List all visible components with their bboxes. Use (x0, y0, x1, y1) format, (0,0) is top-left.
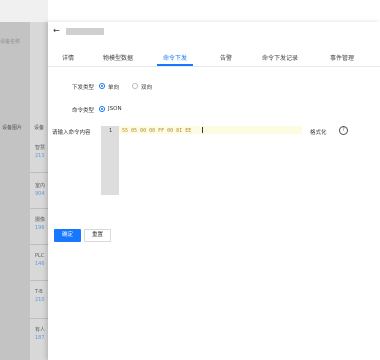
back-arrow-icon[interactable]: ← (53, 26, 60, 35)
tab-event-management[interactable]: 事件管理 (330, 53, 354, 62)
command-code-editor[interactable]: 1 55 05 00 00 FF 00 8I EE (101, 126, 302, 195)
device-detail-drawer: ← 详情 物模型数据 命令下发 告警 命令下发记录 事件管理 下发类型 单向 双… (48, 22, 380, 360)
editor-gutter: 1 (101, 126, 119, 195)
radio-two-way-label[interactable]: 双向 (141, 83, 152, 91)
editor-cursor (202, 127, 203, 133)
radio-one-way-label[interactable]: 单向 (108, 83, 119, 91)
command-type-label: 命令类型 (72, 108, 95, 114)
active-tab-indicator (157, 64, 193, 66)
tab-thing-model-data[interactable]: 物模型数据 (103, 53, 133, 62)
drawer-mask[interactable] (0, 0, 48, 360)
tab-command-history[interactable]: 命令下发记录 (262, 53, 298, 62)
submit-button[interactable]: 确定 (54, 229, 81, 242)
editor-line-number: 1 (109, 128, 113, 134)
reset-button[interactable]: 重置 (84, 229, 111, 242)
question-circle-icon[interactable]: ? (339, 126, 348, 135)
format-button[interactable]: 格式化 (310, 128, 327, 136)
command-content-label: 请输入命令内容 (52, 130, 91, 136)
radio-json-label[interactable]: JSON (108, 106, 122, 112)
radio-one-way[interactable] (99, 83, 105, 89)
tab-alarms[interactable]: 告警 (220, 53, 232, 62)
background-header (0, 0, 380, 22)
send-type-label: 下发类型 (72, 85, 95, 91)
editor-code-text[interactable]: 55 05 00 00 FF 00 8I EE (122, 128, 191, 134)
tab-details[interactable]: 详情 (62, 53, 74, 62)
radio-json[interactable] (99, 106, 105, 112)
radio-two-way[interactable] (132, 83, 138, 89)
tab-command-send[interactable]: 命令下发 (163, 53, 187, 62)
drawer-header: ← (48, 22, 380, 42)
drawer-tabs: 详情 物模型数据 命令下发 告警 命令下发记录 事件管理 (48, 50, 380, 67)
device-name-redacted (66, 28, 104, 35)
